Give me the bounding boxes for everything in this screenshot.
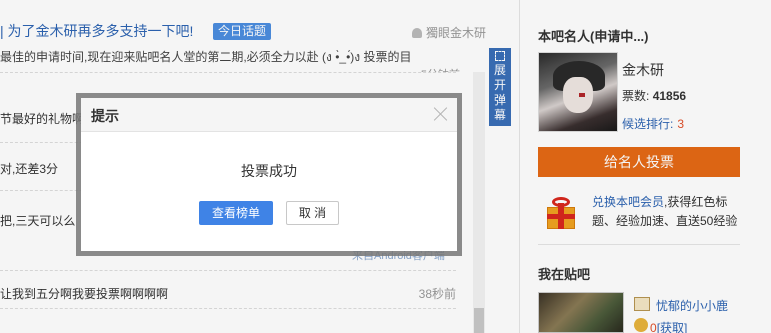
cancel-button[interactable]: 取 消: [286, 201, 339, 225]
vote-success-dialog: 提示 投票成功 查看榜单 取 消: [81, 98, 457, 251]
view-ranking-button[interactable]: 查看榜单: [199, 201, 273, 225]
dialog-message: 投票成功: [241, 163, 297, 179]
dialog-header: 提示: [81, 98, 457, 132]
page: | 为了金木研再多多支持一下吧! 今日话题 獨眼金木研 最佳的申请时间,现在迎来…: [0, 0, 771, 333]
dialog-title: 提示: [91, 108, 119, 124]
close-icon[interactable]: [433, 106, 449, 122]
